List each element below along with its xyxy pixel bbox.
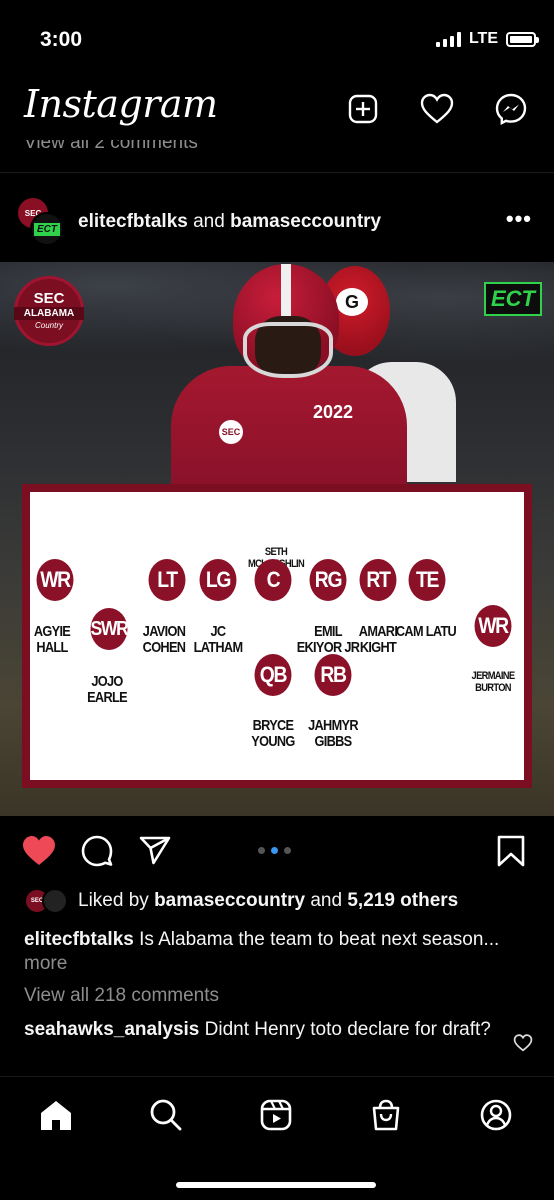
post-header: SEC ECT elitecfbtalks and bamaseccountry… bbox=[0, 190, 554, 252]
comment-like-heart-icon[interactable] bbox=[512, 1032, 534, 1054]
carousel-dot bbox=[271, 847, 278, 854]
position-wr: WR bbox=[36, 559, 74, 601]
heart-icon[interactable] bbox=[418, 90, 456, 128]
post-avatars[interactable]: SEC ECT bbox=[16, 196, 68, 246]
search-icon[interactable] bbox=[146, 1095, 186, 1135]
position-c: C bbox=[254, 559, 292, 601]
collab-avatar: ECT bbox=[30, 212, 64, 246]
liker-username[interactable]: bamaseccountry bbox=[154, 890, 305, 911]
jersey-patch: 2022 bbox=[313, 402, 354, 422]
post-actions bbox=[0, 832, 554, 872]
ect-logo: ECT bbox=[484, 282, 542, 316]
caption-more-link[interactable]: more bbox=[24, 953, 67, 974]
share-icon[interactable] bbox=[136, 832, 174, 870]
player-name: BRYCE YOUNG bbox=[251, 717, 295, 750]
comment-text: Didnt Henry toto declare for draft? bbox=[204, 1019, 491, 1040]
position-lg: LG bbox=[199, 559, 237, 601]
jersey-sec-patch: SEC bbox=[219, 420, 243, 444]
player-name: JERMAINE BURTON bbox=[471, 670, 516, 694]
save-bookmark-icon[interactable] bbox=[492, 832, 530, 870]
liker-avatars: SEC bbox=[24, 888, 68, 914]
player-name: JOJO EARLE bbox=[87, 673, 127, 706]
player-name: JAHMYR GIBBS bbox=[308, 717, 358, 750]
post-image[interactable]: G 2022 SEC SEC ALABAMA Country ECT SETH … bbox=[0, 262, 554, 816]
like-heart-icon[interactable] bbox=[20, 832, 58, 870]
profile-icon[interactable] bbox=[476, 1095, 516, 1135]
carousel-indicator bbox=[258, 847, 291, 854]
position-te: TE bbox=[408, 559, 446, 601]
sec-alabama-logo: SEC ALABAMA Country bbox=[14, 276, 84, 346]
caption-text: Is Alabama the team to beat next season.… bbox=[139, 929, 500, 950]
position-rt: RT bbox=[359, 559, 397, 601]
previous-view-comments[interactable]: View all 2 comments bbox=[24, 140, 198, 162]
comment-username[interactable]: seahawks_analysis bbox=[24, 1019, 199, 1040]
battery-icon bbox=[506, 31, 539, 47]
position-swr: SWR bbox=[90, 608, 129, 650]
player-name: CAM LATU bbox=[395, 623, 457, 640]
carousel-dot bbox=[258, 847, 265, 854]
home-icon[interactable] bbox=[36, 1095, 76, 1135]
top-comment: seahawks_analysis Didnt Henry toto decla… bbox=[24, 1018, 504, 1042]
post-joiner: and bbox=[193, 211, 225, 232]
status-bar: 3:00 LTE bbox=[0, 0, 554, 80]
player-name: JC LATHAM bbox=[193, 623, 243, 656]
shop-icon[interactable] bbox=[366, 1095, 406, 1135]
position-qb: QB bbox=[254, 654, 292, 696]
more-options-icon[interactable]: ••• bbox=[506, 206, 532, 232]
position-rg: RG bbox=[309, 559, 347, 601]
status-time: 3:00 bbox=[40, 28, 83, 51]
post-collaborator[interactable]: bamaseccountry bbox=[230, 211, 381, 232]
caption-username[interactable]: elitecfbtalks bbox=[24, 929, 134, 950]
lineup-card: SETH MCLAUGHLIN WRAGYIE HALLSWRJOJO EARL… bbox=[22, 484, 532, 788]
carousel-dot bbox=[284, 847, 291, 854]
comment-icon[interactable] bbox=[78, 832, 116, 870]
position-lt: LT bbox=[148, 559, 186, 601]
lineup-board: SETH MCLAUGHLIN WRAGYIE HALLSWRJOJO EARL… bbox=[30, 492, 524, 780]
likes-count[interactable]: 5,219 others bbox=[347, 890, 458, 911]
signal-icon bbox=[435, 31, 461, 47]
position-rb: RB bbox=[314, 654, 352, 696]
divider bbox=[0, 172, 554, 173]
app-header: Instagram bbox=[0, 80, 554, 142]
messenger-icon[interactable] bbox=[492, 90, 530, 128]
post-username[interactable]: elitecfbtalks bbox=[78, 211, 188, 232]
post-authors: elitecfbtalks and bamaseccountry bbox=[78, 211, 381, 233]
bottom-tab-bar bbox=[0, 1076, 554, 1200]
status-right: LTE bbox=[435, 30, 539, 48]
alabama-player: 2022 SEC bbox=[165, 262, 415, 506]
network-label: LTE bbox=[468, 30, 498, 47]
player-name: AGYIE HALL bbox=[33, 623, 71, 656]
likes-row[interactable]: SEC Liked by bamaseccountry and 5,219 ot… bbox=[24, 886, 544, 916]
instagram-logo[interactable]: Instagram bbox=[24, 82, 218, 126]
home-indicator bbox=[176, 1182, 376, 1188]
reels-icon[interactable] bbox=[256, 1095, 296, 1135]
view-all-comments-link[interactable]: View all 218 comments bbox=[24, 985, 219, 1007]
new-post-icon[interactable] bbox=[344, 90, 382, 128]
likes-text: Liked by bamaseccountry and 5,219 others bbox=[78, 890, 459, 911]
caption: elitecfbtalks Is Alabama the team to bea… bbox=[24, 928, 524, 976]
position-wr: WR bbox=[474, 605, 512, 647]
